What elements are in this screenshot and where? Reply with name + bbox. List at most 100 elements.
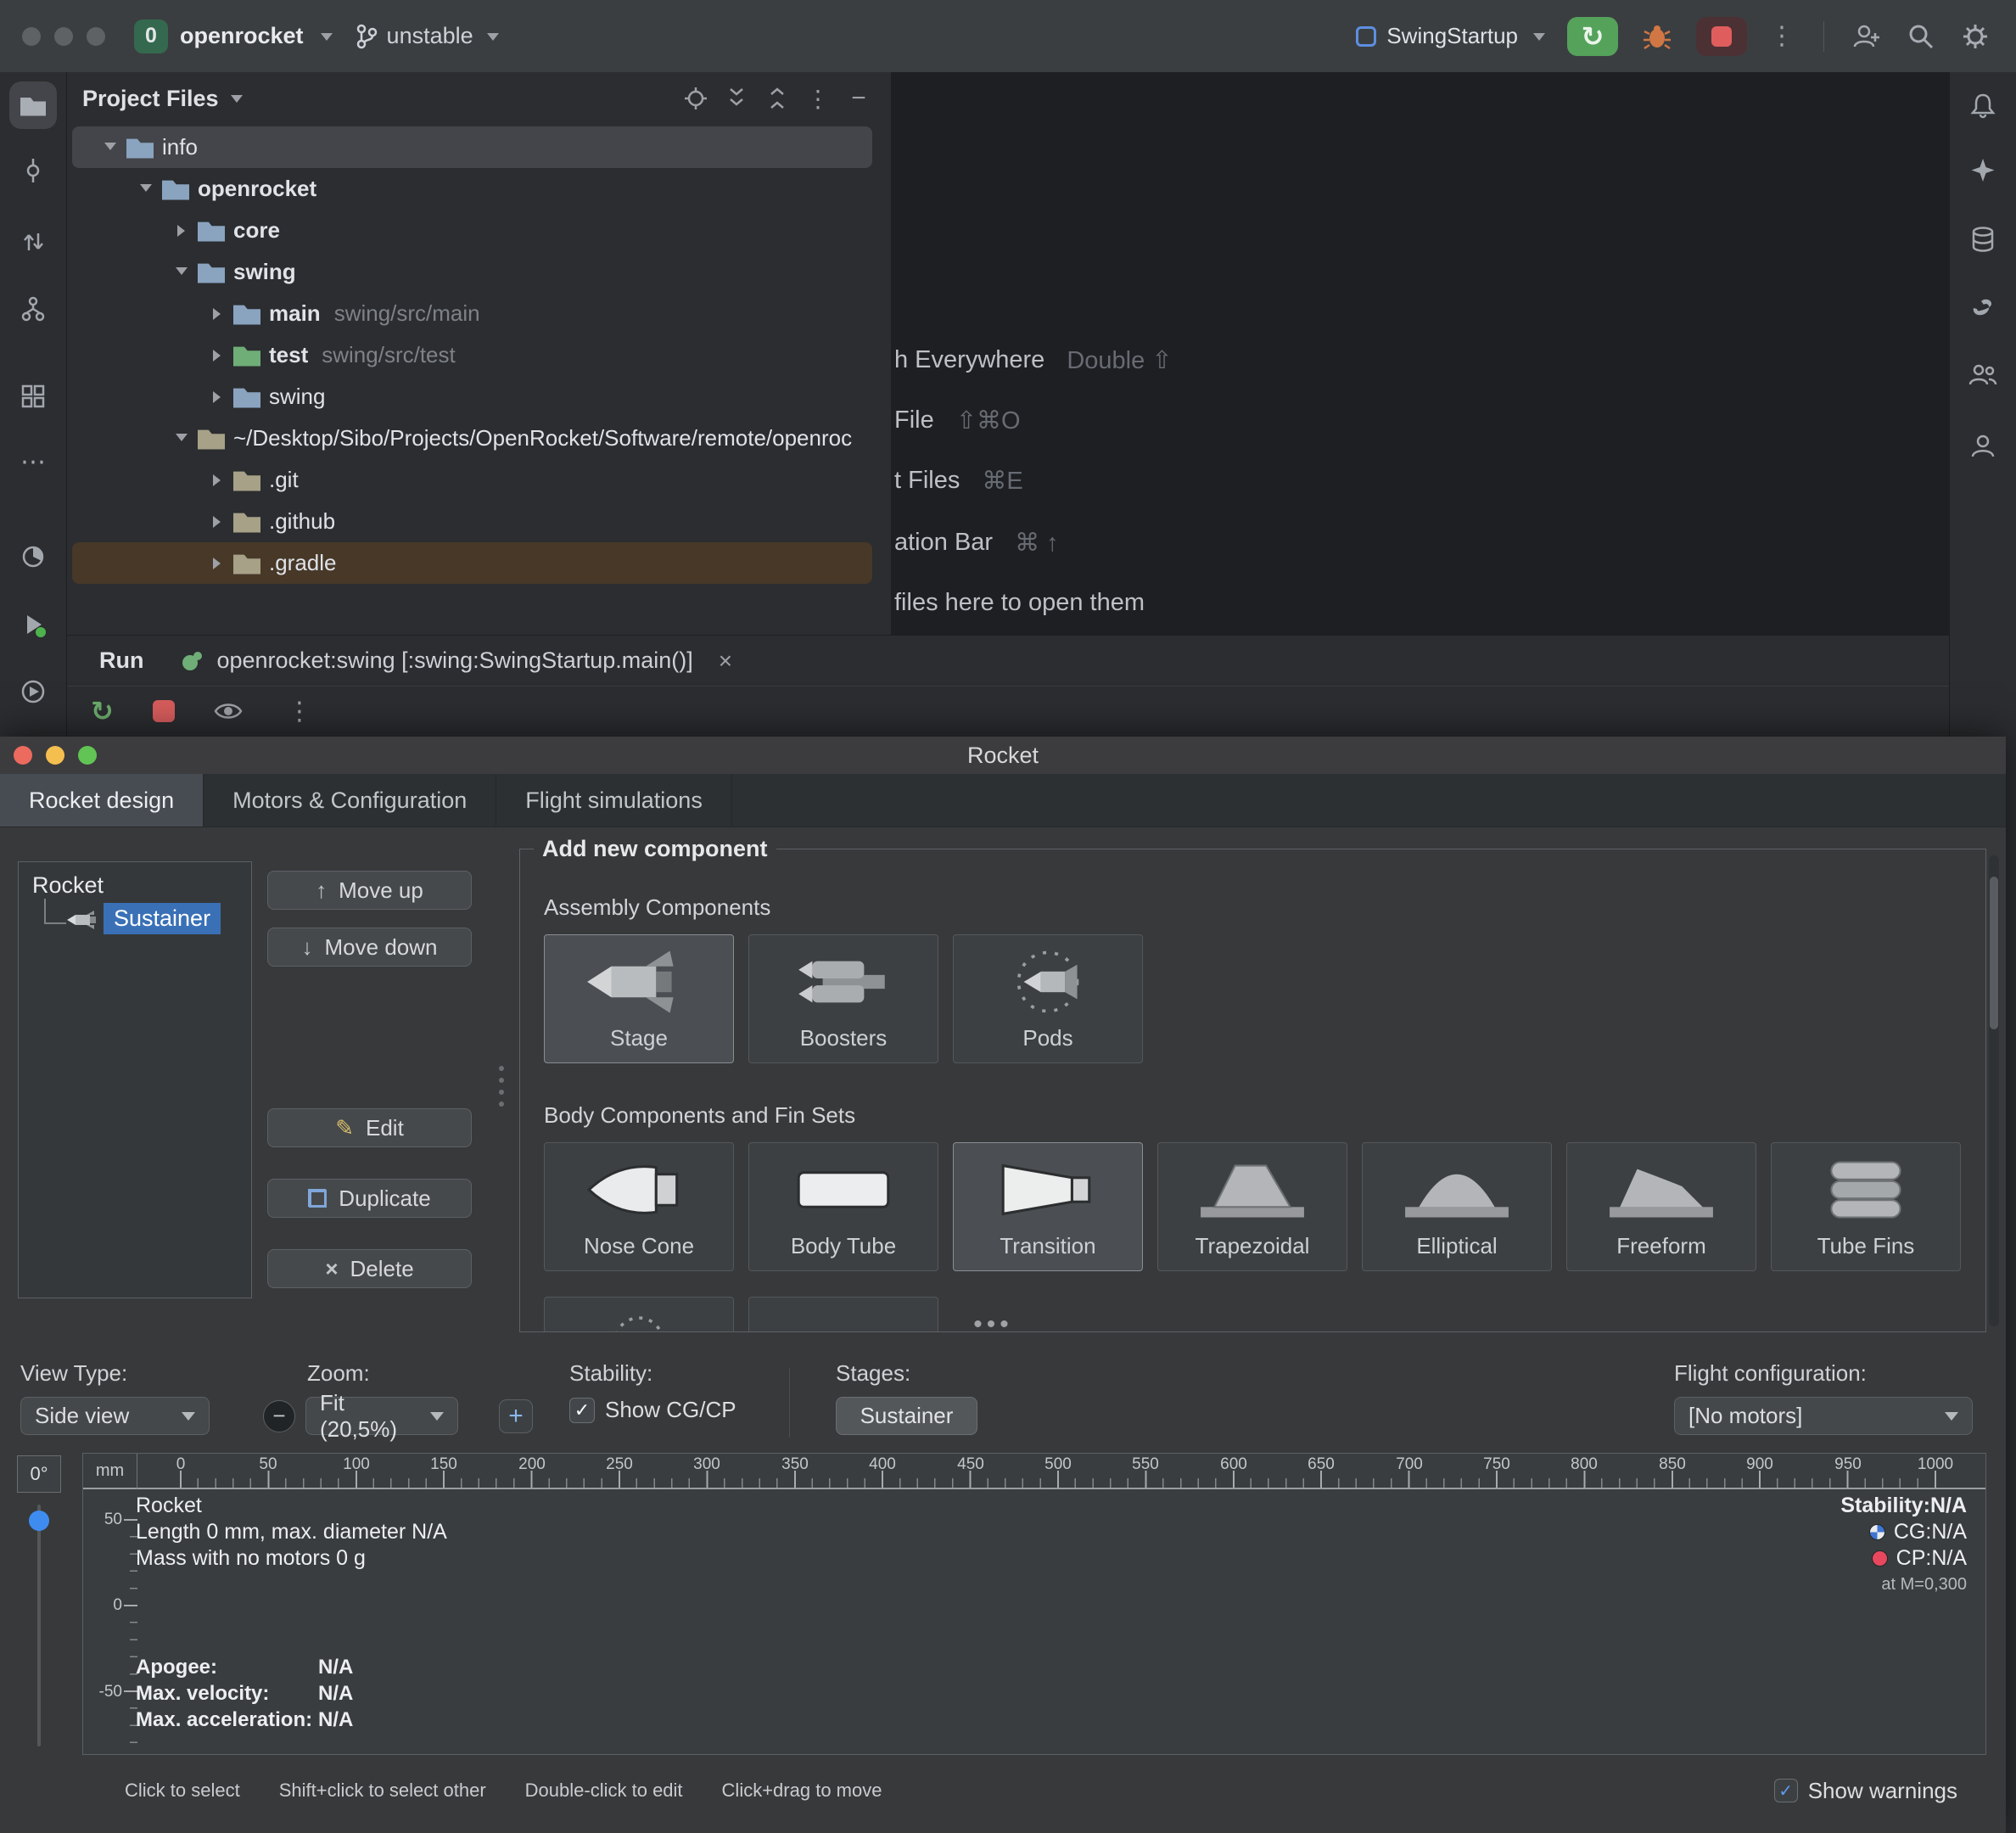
duplicate-button[interactable]: Duplicate — [267, 1179, 472, 1218]
more-tool-windows-button[interactable]: ⋯ — [9, 439, 57, 486]
chevron-right-icon[interactable] — [169, 225, 194, 237]
database-button[interactable] — [1964, 221, 2002, 258]
window-close-button[interactable] — [22, 27, 41, 46]
tree-item-core[interactable]: core — [72, 210, 872, 251]
flight-configuration-select[interactable]: [No motors] — [1674, 1397, 1973, 1435]
tree-item-info[interactable]: info — [72, 126, 872, 168]
chevron-right-icon[interactable] — [204, 516, 230, 528]
view-type-select[interactable]: Side view — [20, 1397, 210, 1435]
chevron-down-icon[interactable] — [98, 138, 123, 156]
tree-item-gradle[interactable]: .gradle — [72, 542, 872, 584]
move-up-button[interactable]: ↑Move up — [267, 871, 472, 910]
close-icon[interactable]: × — [719, 647, 732, 675]
run-panel-options-button[interactable]: ⋮ — [282, 697, 317, 726]
commit-tool-button[interactable] — [9, 147, 57, 194]
collapse-all-button[interactable] — [760, 81, 794, 115]
scrollbar-track[interactable] — [1989, 855, 1999, 1326]
branch-widget[interactable]: unstable — [355, 23, 504, 49]
locate-file-button[interactable] — [679, 81, 713, 115]
component-freeform-button[interactable]: Freeform — [1566, 1142, 1756, 1271]
component-pods-button[interactable]: Pods — [953, 934, 1143, 1063]
run-tool-button[interactable] — [9, 601, 57, 648]
zoom-select[interactable]: Fit (20,5%) — [305, 1397, 458, 1435]
component-tube-fins-button[interactable]: Tube Fins — [1771, 1142, 1961, 1271]
tree-item-git[interactable]: .git — [72, 459, 872, 501]
profile-button[interactable] — [1964, 428, 2002, 465]
rocket-design-canvas[interactable]: mm 0 50 100 150 200 250 300 350 400 450 … — [82, 1453, 1986, 1755]
services-tool-button[interactable] — [9, 668, 57, 715]
component-nose-cone-button[interactable]: Nose Cone — [544, 1142, 734, 1271]
edit-button[interactable]: ✎Edit — [267, 1108, 472, 1147]
search-everywhere-button[interactable] — [1902, 18, 1940, 55]
splitter-handle[interactable] — [499, 1066, 504, 1107]
ai-assistant-button[interactable] — [1964, 152, 2002, 189]
component-stage-button[interactable]: Stage — [544, 934, 734, 1063]
rocket-component-tree[interactable]: Rocket Sustainer — [18, 861, 252, 1298]
hide-panel-button[interactable]: − — [842, 81, 876, 115]
component-boosters-button[interactable]: Boosters — [748, 934, 938, 1063]
chevron-right-icon[interactable] — [204, 350, 230, 362]
run-tab[interactable]: openrocket:swing [:swing:SwingStartup.ma… — [179, 647, 732, 675]
more-actions-button[interactable]: ⋮ — [1764, 21, 1800, 51]
component-transition-button[interactable]: Transition — [953, 1142, 1143, 1271]
tree-item-swing-folder[interactable]: swing — [72, 376, 872, 418]
tree-item-remote-path[interactable]: ~/Desktop/Sibo/Projects/OpenRocket/Softw… — [72, 418, 872, 459]
tree-child-sustainer[interactable]: Sustainer — [44, 899, 251, 936]
window-minimize-button[interactable] — [54, 27, 73, 46]
panel-options-button[interactable]: ⋮ — [801, 81, 835, 115]
notifications-button[interactable] — [1964, 87, 2002, 124]
tree-item-openrocket[interactable]: openrocket — [72, 168, 872, 210]
show-warnings-checkbox[interactable]: ✓ Show warnings — [1774, 1778, 1957, 1804]
section-heading-body: Body Components and Fin Sets — [544, 1102, 1985, 1129]
tree-item-test[interactable]: testswing/src/test — [72, 334, 872, 376]
stop-process-button[interactable] — [153, 700, 175, 722]
window-zoom-button[interactable] — [87, 27, 105, 46]
settings-button[interactable] — [1957, 18, 1994, 55]
expand-all-button[interactable] — [720, 81, 753, 115]
tab-motors-configuration[interactable]: Motors & Configuration — [204, 774, 496, 827]
tab-flight-simulations[interactable]: Flight simulations — [496, 774, 732, 827]
chevron-down-icon[interactable] — [226, 88, 248, 109]
tree-item-main[interactable]: mainswing/src/main — [72, 293, 872, 334]
tree-item-swing[interactable]: swing — [72, 251, 872, 293]
panel-title[interactable]: Project Files — [82, 86, 219, 112]
component-elliptical-button[interactable]: Elliptical — [1362, 1142, 1552, 1271]
coverage-tool-button[interactable] — [9, 533, 57, 580]
zoom-in-button[interactable]: + — [499, 1399, 533, 1433]
debug-button[interactable] — [1635, 17, 1679, 56]
rotation-slider-thumb[interactable] — [29, 1511, 49, 1531]
rotation-slider-track[interactable] — [37, 1505, 41, 1746]
show-cgcp-checkbox[interactable]: ✓ Show CG/CP — [569, 1397, 736, 1423]
rerun-button[interactable]: ↻ — [91, 695, 114, 727]
tab-rocket-design[interactable]: Rocket design — [0, 774, 204, 827]
zoom-out-button[interactable]: − — [263, 1400, 295, 1432]
chevron-down-icon[interactable] — [169, 429, 194, 447]
chevron-down-icon[interactable] — [133, 180, 159, 198]
chevron-down-icon[interactable] — [169, 263, 194, 281]
component-trapezoidal-button[interactable]: Trapezoidal — [1157, 1142, 1347, 1271]
stop-button[interactable] — [1696, 17, 1747, 56]
pull-requests-tool-button[interactable] — [9, 218, 57, 266]
structure-tool-button[interactable] — [9, 285, 57, 333]
chevron-right-icon[interactable] — [204, 558, 230, 569]
move-down-button[interactable]: ↓Move down — [267, 928, 472, 967]
run-button[interactable]: ↻ — [1567, 17, 1618, 56]
project-tool-button[interactable] — [9, 81, 57, 129]
delete-button[interactable]: ×Delete — [267, 1249, 472, 1288]
stage-toggle-sustainer[interactable]: Sustainer — [836, 1397, 977, 1435]
build-tool-button[interactable] — [9, 373, 57, 420]
run-configuration-selector[interactable]: SwingStartup — [1356, 23, 1550, 49]
component-body-tube-button[interactable]: Body Tube — [748, 1142, 938, 1271]
code-with-me-button[interactable] — [1848, 18, 1885, 55]
tree-item-github[interactable]: .github — [72, 501, 872, 542]
chevron-right-icon[interactable] — [204, 308, 230, 320]
collaboration-button[interactable] — [1964, 356, 2002, 394]
project-widget[interactable]: 0 openrocket — [134, 20, 338, 53]
gradle-button[interactable] — [1964, 290, 2002, 328]
chevron-right-icon[interactable] — [204, 391, 230, 403]
resize-handle[interactable]: ••• — [0, 1310, 1986, 1339]
toggle-output-button[interactable] — [214, 700, 243, 722]
chevron-right-icon[interactable] — [204, 474, 230, 486]
scrollbar-thumb[interactable] — [1990, 877, 1998, 1029]
tree-root-rocket[interactable]: Rocket — [32, 872, 251, 899]
